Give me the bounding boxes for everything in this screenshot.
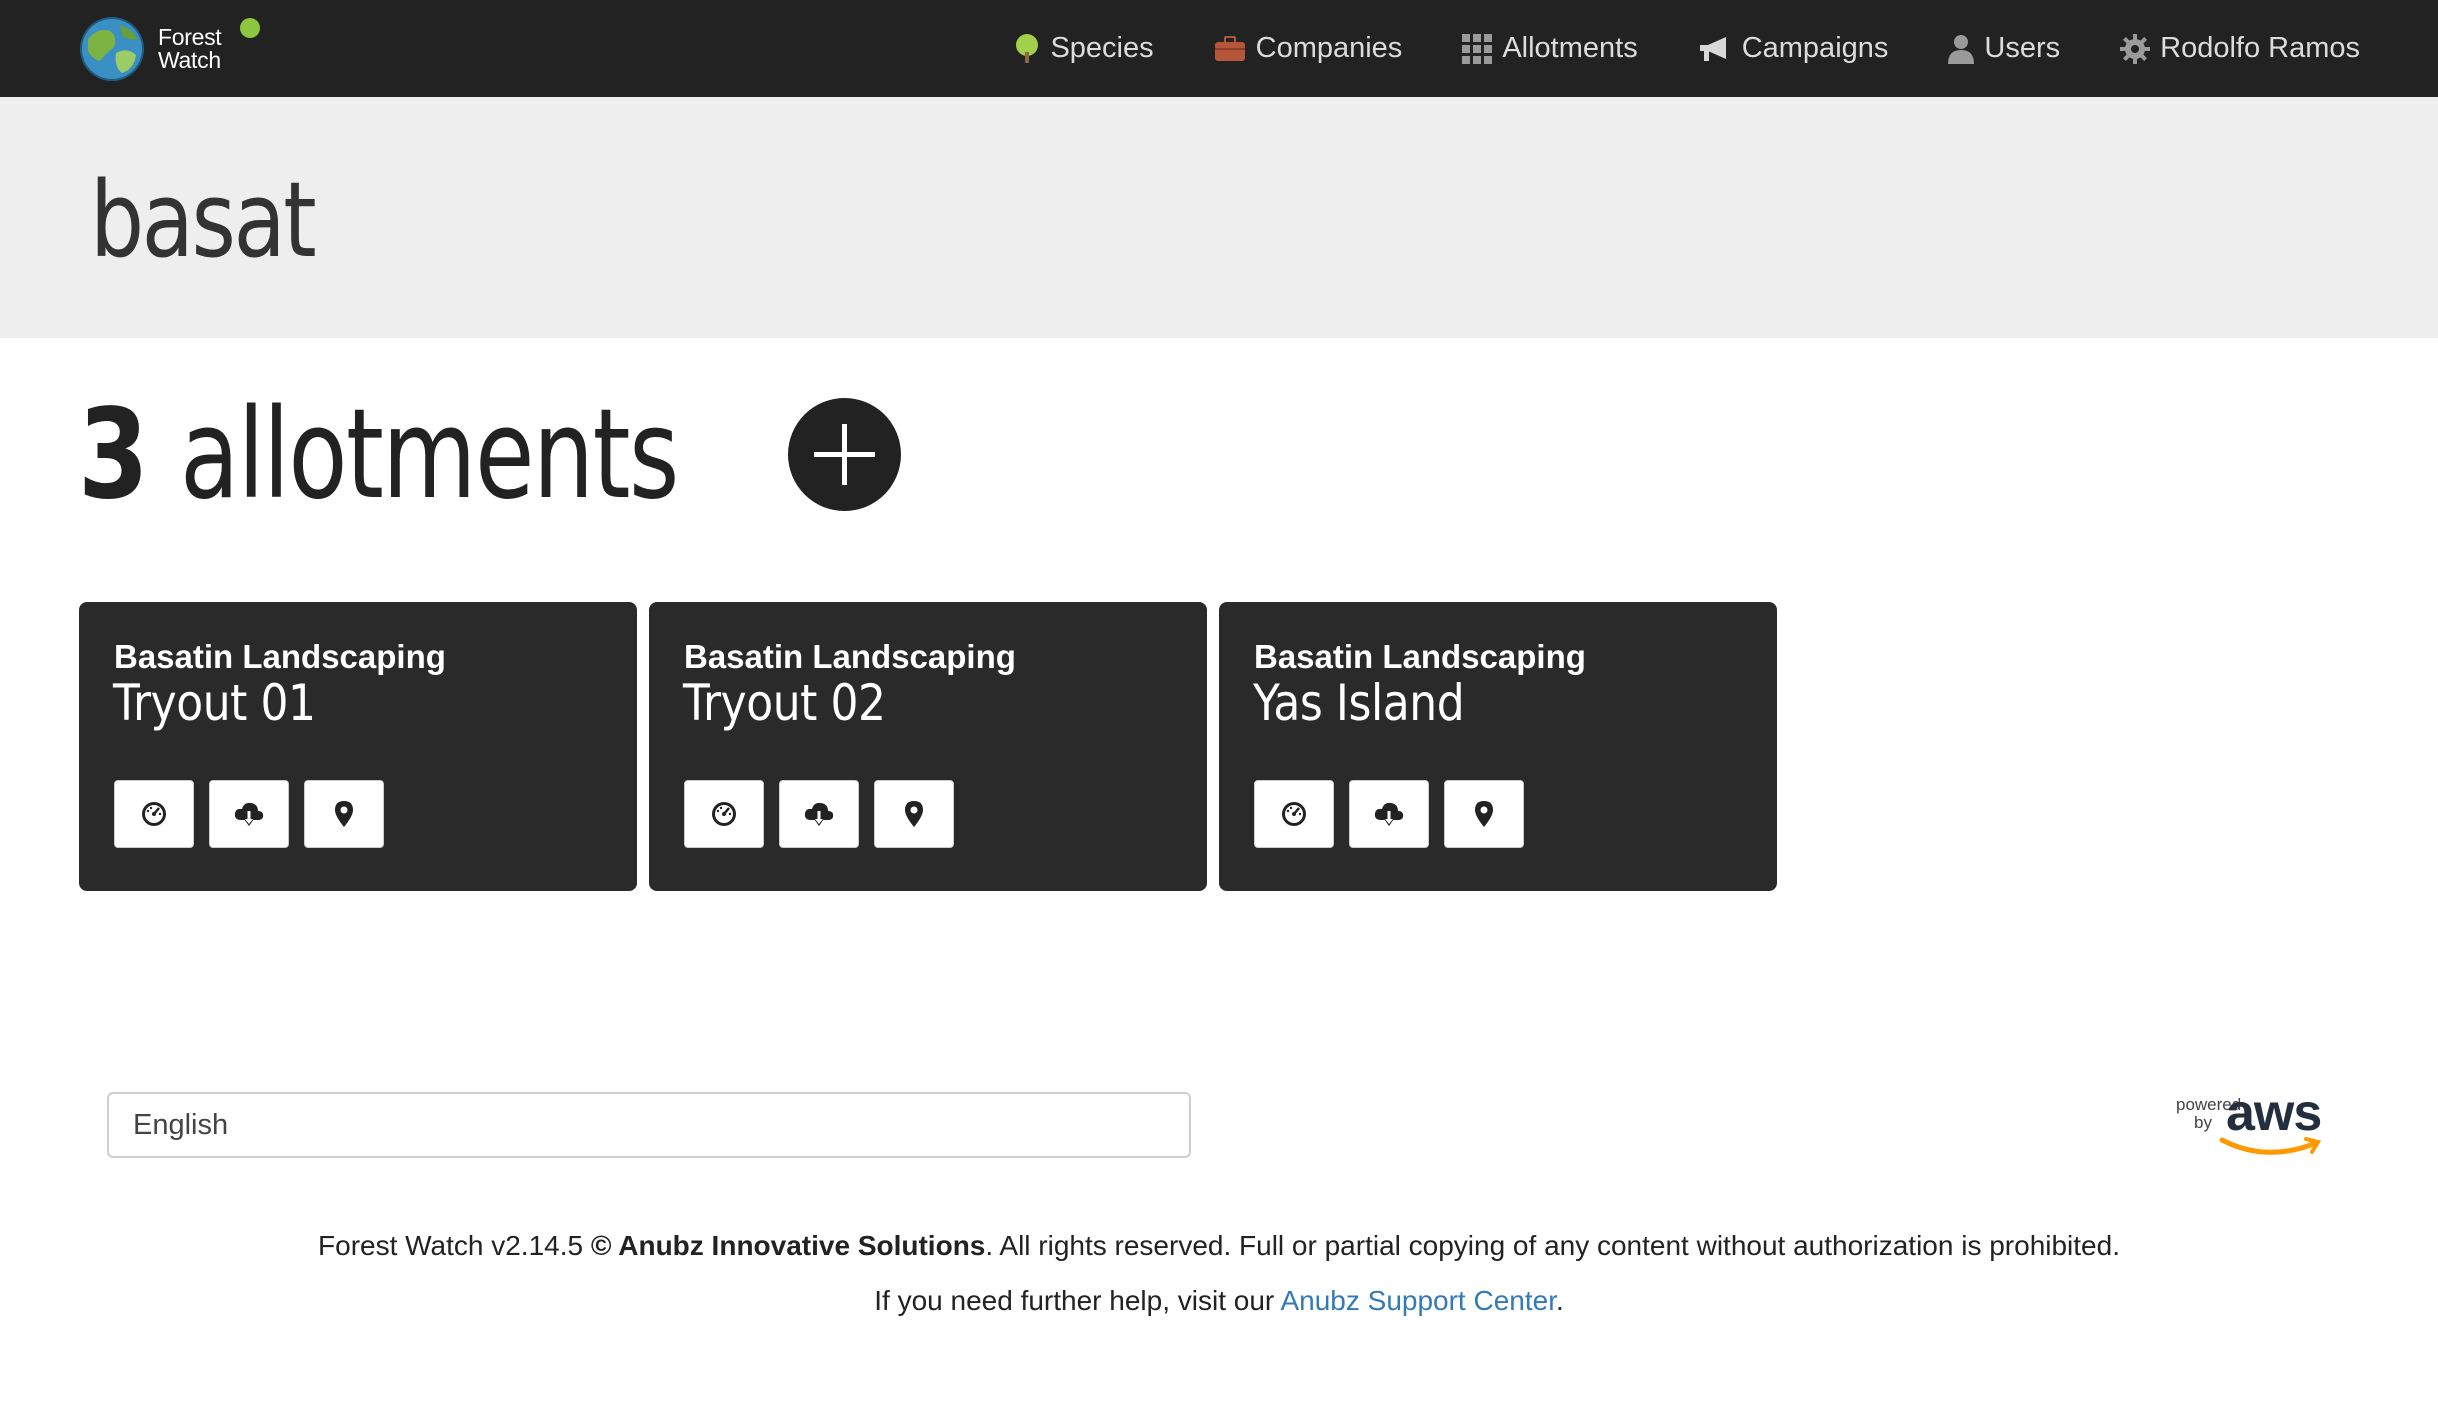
map-location-button[interactable] <box>304 780 384 848</box>
download-button[interactable] <box>779 780 859 848</box>
map-marker-icon <box>335 801 353 827</box>
nav-users-label: Users <box>1984 32 2061 64</box>
card-title: Tryout 02 <box>683 674 886 732</box>
card-actions <box>1254 780 1539 848</box>
card-company: Basatin Landscaping <box>684 638 1016 675</box>
map-location-button[interactable] <box>1444 780 1524 848</box>
language-select[interactable]: English <box>107 1092 1191 1158</box>
allotment-card[interactable]: Basatin Landscaping Tryout 01 <box>79 602 637 891</box>
language-select-value: English <box>133 1108 229 1141</box>
cloud-download-icon <box>1374 802 1404 826</box>
main-nav: Species Companies Allotments Campaigns U… <box>1014 0 2438 97</box>
card-title: Tryout 01 <box>113 674 316 732</box>
grid-icon <box>1462 33 1493 64</box>
brand-line-2: Watch <box>158 47 221 73</box>
map-location-button[interactable] <box>874 780 954 848</box>
cloud-download-icon <box>234 802 264 826</box>
cloud-download-icon <box>804 802 834 826</box>
gear-icon <box>2120 33 2151 64</box>
card-title: Yas Island <box>1253 674 1465 732</box>
briefcase-icon <box>1214 35 1245 61</box>
aws-logo: powered by aws <box>2146 1084 2336 1165</box>
footer-help: If you need further help, visit our Anub… <box>0 1285 2438 1317</box>
aws-wordmark: aws <box>2226 1085 2321 1142</box>
plus-icon <box>814 424 875 485</box>
dashboard-icon <box>1282 802 1306 826</box>
download-button[interactable] <box>1349 780 1429 848</box>
nav-account-label: Rodolfo Ramos <box>2160 32 2360 64</box>
status-indicator <box>240 18 260 38</box>
footer-company: © Anubz Innovative Solutions <box>590 1230 986 1261</box>
footer-copyright: Forest Watch v2.14.5 © Anubz Innovative … <box>0 1230 2438 1262</box>
nav-campaigns[interactable]: Campaigns <box>1698 32 1889 65</box>
globe-icon <box>80 17 144 81</box>
nav-users[interactable]: Users <box>1948 32 2060 65</box>
allotment-cards: Basatin Landscaping Tryout 01 Basatin La… <box>79 602 1789 891</box>
nav-account[interactable]: Rodolfo Ramos <box>2120 32 2360 65</box>
navbar: Forest Watch Species Companies Allotment… <box>0 0 2438 97</box>
allotments-count-label: allotments <box>180 383 679 527</box>
add-allotment-button[interactable] <box>788 398 901 511</box>
footer-version: Forest Watch v2.14.5 <box>318 1230 591 1261</box>
nav-companies[interactable]: Companies <box>1214 32 1403 65</box>
brand-line-1: Forest <box>158 24 222 50</box>
footer-rights: . All rights reserved. Full or partial c… <box>985 1230 2120 1261</box>
allotments-count: 3 allotments <box>78 383 679 527</box>
dashboard-button[interactable] <box>114 780 194 848</box>
card-company: Basatin Landscaping <box>1254 638 1586 675</box>
footer-help-prefix: If you need further help, visit our <box>874 1285 1281 1316</box>
page-header: basat <box>0 97 2438 338</box>
footer-help-suffix: . <box>1555 1285 1564 1316</box>
brand-name: Forest Watch <box>158 24 222 73</box>
tree-icon <box>1016 33 1039 63</box>
nav-companies-label: Companies <box>1255 32 1403 64</box>
megaphone-icon <box>1699 36 1726 61</box>
card-company: Basatin Landscaping <box>114 638 446 675</box>
allotment-card[interactable]: Basatin Landscaping Yas Island <box>1219 602 1777 891</box>
card-actions <box>114 780 399 848</box>
dashboard-button[interactable] <box>1254 780 1334 848</box>
user-icon <box>1948 34 1975 64</box>
map-marker-icon <box>905 801 923 827</box>
nav-species[interactable]: Species <box>1014 32 1154 65</box>
page-title: basat <box>90 159 317 281</box>
aws-by-text: by <box>2194 1113 2212 1132</box>
map-marker-icon <box>1475 801 1493 827</box>
dashboard-button[interactable] <box>684 780 764 848</box>
nav-allotments[interactable]: Allotments <box>1462 32 1638 65</box>
nav-campaigns-label: Campaigns <box>1741 32 1889 64</box>
allotment-card[interactable]: Basatin Landscaping Tryout 02 <box>649 602 1207 891</box>
brand-logo[interactable]: Forest Watch <box>80 14 222 84</box>
allotments-count-number: 3 <box>78 383 149 527</box>
download-button[interactable] <box>209 780 289 848</box>
card-actions <box>684 780 969 848</box>
nav-species-label: Species <box>1050 32 1154 64</box>
nav-allotments-label: Allotments <box>1502 32 1638 64</box>
dashboard-icon <box>712 802 736 826</box>
dashboard-icon <box>142 802 166 826</box>
support-center-link[interactable]: Anubz Support Center <box>1280 1285 1556 1316</box>
